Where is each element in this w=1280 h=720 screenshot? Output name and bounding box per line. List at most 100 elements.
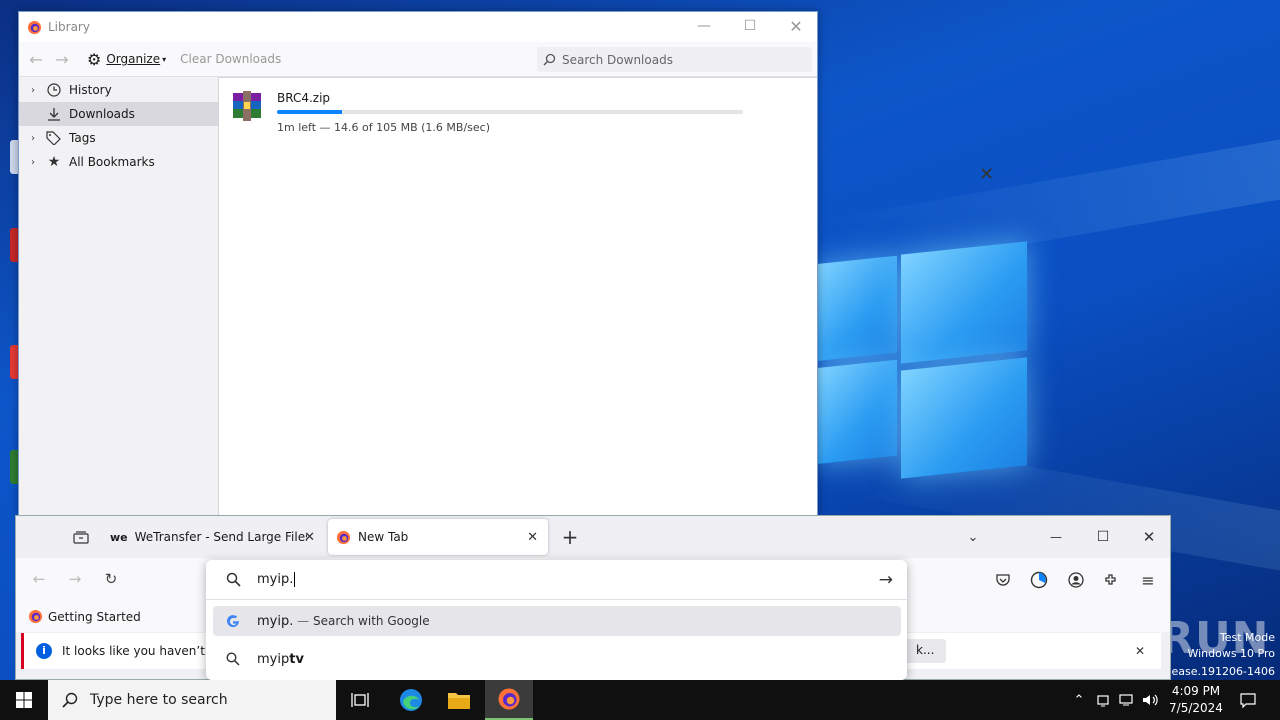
- minimize-button[interactable]: —: [681, 12, 727, 40]
- taskbar-edge[interactable]: [387, 680, 435, 720]
- cancel-download-icon[interactable]: ✕: [979, 164, 994, 185]
- downloads-list: BRC4.zip 1m left — 14.6 of 105 MB (1.6 M…: [219, 77, 994, 516]
- taskbar-search-placeholder: Type here to search: [90, 692, 228, 708]
- close-tab-icon[interactable]: ✕: [304, 530, 315, 545]
- bookmark-label: Getting Started: [48, 609, 141, 624]
- taskbar: Type here to search ⌃ 4:09 PM 7/5/2024: [0, 680, 1280, 720]
- new-tab-button[interactable]: +: [556, 519, 584, 555]
- forward-arrow-icon[interactable]: →: [64, 570, 86, 588]
- text-caret: [294, 572, 296, 587]
- expand-arrow-icon[interactable]: ›: [25, 85, 41, 96]
- go-arrow-icon[interactable]: →: [879, 570, 893, 590]
- pocket-icon[interactable]: [993, 571, 1013, 589]
- close-tab-icon[interactable]: ✕: [527, 530, 538, 545]
- suggestion-text: myip.: [257, 613, 294, 629]
- maximize-button[interactable]: ☐: [1091, 519, 1115, 555]
- tab-new-tab[interactable]: New Tab ✕: [328, 519, 548, 555]
- suggestion-myiptv[interactable]: myiptv: [213, 644, 901, 674]
- urlbar-dropdown: myip. → myip. — Search with Google myipt…: [206, 560, 907, 680]
- tab-label: New Tab: [358, 530, 409, 544]
- network-icon[interactable]: [1116, 680, 1138, 720]
- address-text: myip.: [257, 572, 294, 587]
- test-mode-line: Test Mode: [1219, 631, 1275, 644]
- sidebar-label: Downloads: [69, 107, 135, 121]
- account-icon[interactable]: [1066, 571, 1086, 589]
- suggestion-separator: —: [293, 613, 313, 628]
- taskbar-file-explorer[interactable]: [435, 680, 483, 720]
- sidebar-label: All Bookmarks: [69, 155, 155, 169]
- sidebar-item-downloads[interactable]: Downloads: [19, 102, 218, 126]
- volume-icon[interactable]: [1140, 680, 1162, 720]
- task-view-button[interactable]: [336, 680, 384, 720]
- download-progress-bar: [277, 110, 743, 114]
- star-icon: ★: [47, 154, 61, 170]
- minimize-button[interactable]: —: [1044, 519, 1068, 555]
- device-icon[interactable]: [1092, 680, 1114, 720]
- tag-icon: [45, 131, 63, 145]
- suggestion-prefix: myip: [257, 651, 290, 667]
- sidebar-item-history[interactable]: › History: [19, 78, 218, 102]
- downloads-progress-icon[interactable]: [1029, 571, 1049, 589]
- suggestion-detail: Search with Google: [313, 613, 430, 628]
- download-item[interactable]: BRC4.zip 1m left — 14.6 of 105 MB (1.6 M…: [231, 88, 801, 134]
- taskbar-search-box[interactable]: Type here to search: [48, 680, 336, 720]
- windows-logo: [815, 240, 1030, 480]
- google-icon: [225, 614, 241, 628]
- firefox-icon: [498, 688, 520, 710]
- organize-menu[interactable]: ⚙ Organize ▾: [87, 50, 166, 69]
- show-hidden-icons-chevron-icon[interactable]: ⌃: [1068, 680, 1090, 720]
- firefox-icon: [28, 609, 43, 624]
- wetransfer-icon: we: [110, 530, 128, 544]
- chevron-down-icon: ▾: [162, 54, 167, 64]
- address-input[interactable]: myip. →: [206, 560, 907, 600]
- menu-hamburger-icon[interactable]: ≡: [1138, 571, 1158, 590]
- maximize-button[interactable]: ☐: [727, 12, 773, 40]
- sidebar-label: History: [69, 83, 112, 97]
- close-button[interactable]: ✕: [1137, 519, 1161, 555]
- notification-action-button[interactable]: k...: [904, 639, 947, 663]
- info-icon: i: [36, 643, 52, 659]
- taskbar-clock[interactable]: 4:09 PM 7/5/2024: [1168, 683, 1224, 717]
- tab-strip: we WeTransfer - Send Large Files & ✕ New…: [16, 516, 1170, 558]
- tab-label: WeTransfer - Send Large Files &: [134, 530, 307, 544]
- tab-wetransfer[interactable]: we WeTransfer - Send Large Files & ✕: [100, 519, 325, 555]
- download-progress-fill: [277, 110, 343, 114]
- back-arrow-icon[interactable]: ←: [28, 570, 50, 588]
- expand-arrow-icon[interactable]: ›: [25, 157, 41, 168]
- test-mode-line: Windows 10 Pro: [1187, 647, 1275, 660]
- firefox-icon: [27, 20, 42, 34]
- suggestion-google-search[interactable]: myip. — Search with Google: [213, 606, 901, 636]
- download-status: 1m left — 14.6 of 105 MB (1.6 MB/sec): [277, 121, 490, 134]
- sidebar-label: Tags: [69, 131, 96, 145]
- search-icon: [543, 53, 556, 66]
- back-arrow-icon[interactable]: ←: [23, 50, 49, 69]
- edge-icon: [400, 689, 422, 711]
- expand-arrow-icon[interactable]: ›: [25, 133, 41, 144]
- windows-start-icon: [16, 692, 32, 708]
- start-button[interactable]: [0, 680, 48, 720]
- notifications-icon[interactable]: [1236, 680, 1260, 720]
- clock-time: 4:09 PM: [1171, 684, 1221, 698]
- suggestion-bold: tv: [289, 651, 304, 667]
- search-downloads-input[interactable]: Search Downloads: [537, 47, 812, 72]
- test-mode-line: release.191206-1406: [1157, 665, 1275, 678]
- bookmark-getting-started[interactable]: Getting Started: [28, 609, 141, 624]
- sidebar-item-tags[interactable]: › Tags: [19, 126, 218, 150]
- search-icon: [226, 572, 241, 587]
- clock-date: 7/5/2024: [1169, 701, 1223, 715]
- close-button[interactable]: ✕: [773, 12, 819, 40]
- close-notification-icon[interactable]: ✕: [1135, 644, 1145, 658]
- clear-downloads-button[interactable]: Clear Downloads: [180, 52, 281, 66]
- extensions-icon[interactable]: [1102, 571, 1122, 589]
- reload-icon[interactable]: ↻: [100, 570, 122, 588]
- download-icon: [45, 107, 63, 121]
- search-placeholder: Search Downloads: [562, 52, 673, 67]
- search-icon: [62, 692, 78, 708]
- download-filename: BRC4.zip: [277, 91, 331, 105]
- list-tabs-chevron-icon[interactable]: ⌄: [961, 519, 985, 555]
- archive-file-icon: [233, 91, 261, 121]
- forward-arrow-icon[interactable]: →: [49, 50, 75, 69]
- tab-groups-icon[interactable]: [66, 519, 96, 555]
- taskbar-firefox[interactable]: [485, 680, 533, 720]
- sidebar-item-all-bookmarks[interactable]: › ★ All Bookmarks: [19, 150, 218, 174]
